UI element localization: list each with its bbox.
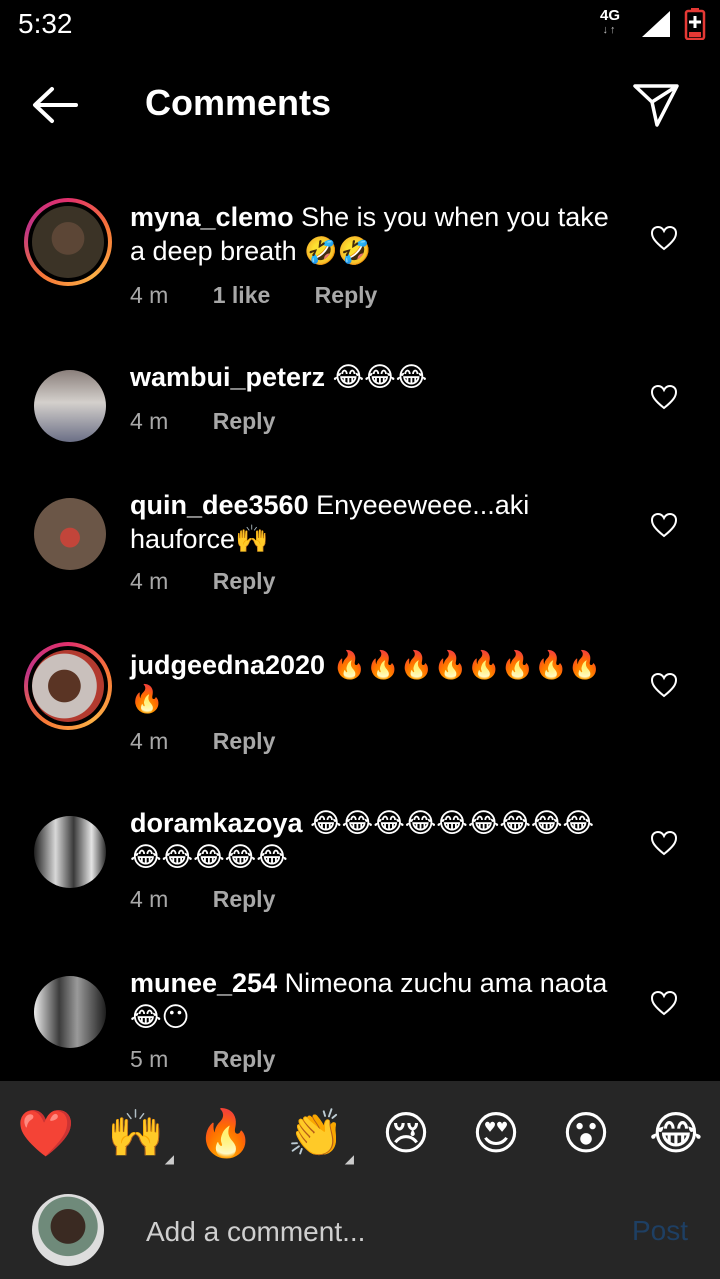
comment-meta: 4 m Reply bbox=[130, 728, 313, 755]
comment-meta: 4 m 1 like Reply bbox=[130, 282, 415, 309]
reaction-bar: ❤️ 🙌 ◢ 🔥 👏 ◢ 😢 😍 😮 😂 Post bbox=[0, 1081, 720, 1279]
comment-username[interactable]: wambui_peterz bbox=[130, 362, 325, 392]
avatar[interactable] bbox=[24, 360, 112, 448]
comment-time: 5 m bbox=[130, 1046, 169, 1072]
data-arrows-icon: ↓↑ bbox=[602, 24, 618, 36]
comment-likes[interactable]: 1 like bbox=[213, 282, 271, 308]
comment-text: wambui_peterz 😂😂😂 bbox=[130, 360, 620, 394]
comment-meta: 5 m Reply bbox=[130, 1046, 313, 1073]
like-heart-icon[interactable] bbox=[650, 830, 678, 856]
like-heart-icon[interactable] bbox=[650, 225, 678, 251]
comment-username[interactable]: doramkazoya bbox=[130, 808, 303, 838]
signal-icon bbox=[642, 11, 670, 37]
avatar[interactable] bbox=[24, 806, 112, 894]
post-button[interactable]: Post bbox=[632, 1215, 688, 1247]
network-type: 4G bbox=[600, 7, 621, 24]
comment-time: 4 m bbox=[130, 728, 169, 754]
battery-icon bbox=[684, 8, 706, 40]
comment-username[interactable]: munee_254 bbox=[130, 968, 277, 998]
avatar[interactable] bbox=[24, 966, 112, 1054]
reaction-raised-hands[interactable]: 🙌 ◢ bbox=[106, 1103, 174, 1165]
comment-text: myna_clemo She is you when you take a de… bbox=[130, 200, 620, 268]
comment-username[interactable]: myna_clemo bbox=[130, 202, 294, 232]
comment-time: 4 m bbox=[130, 408, 169, 434]
avatar[interactable] bbox=[24, 642, 112, 730]
reply-button[interactable]: Reply bbox=[213, 1046, 276, 1072]
comment-text: munee_254 Nimeona zuchu ama naota 😂😶 bbox=[130, 966, 620, 1034]
comment-text: quin_dee3560 Enyeeeweee...aki hauforce🙌 bbox=[130, 488, 620, 556]
composer-avatar bbox=[32, 1194, 104, 1266]
avatar[interactable] bbox=[24, 198, 112, 286]
reaction-heart[interactable]: ❤️ bbox=[16, 1103, 76, 1163]
back-arrow-icon[interactable] bbox=[30, 84, 80, 126]
comment-username[interactable]: judgeedna2020 bbox=[130, 650, 325, 680]
reaction-surprised[interactable]: 😮 bbox=[556, 1103, 616, 1163]
skin-tone-indicator-icon: ◢ bbox=[164, 1152, 174, 1166]
reaction-laughing[interactable]: 😂 bbox=[646, 1103, 706, 1163]
comment-time: 4 m bbox=[130, 886, 169, 912]
like-heart-icon[interactable] bbox=[650, 512, 678, 538]
comment-meta: 4 m Reply bbox=[130, 886, 313, 913]
reply-button[interactable]: Reply bbox=[213, 408, 276, 434]
comment-username[interactable]: quin_dee3560 bbox=[130, 490, 309, 520]
like-heart-icon[interactable] bbox=[650, 672, 678, 698]
reaction-clap-emoji: 👏 bbox=[287, 1107, 345, 1159]
reply-button[interactable]: Reply bbox=[213, 728, 276, 754]
status-time: 5:32 bbox=[18, 8, 73, 39]
reaction-crying[interactable]: 😢 bbox=[376, 1103, 436, 1163]
reply-button[interactable]: Reply bbox=[213, 886, 276, 912]
network-indicator: 4G ↓↑ bbox=[600, 7, 621, 37]
comment-time: 4 m bbox=[130, 568, 169, 594]
skin-tone-indicator-icon: ◢ bbox=[344, 1152, 354, 1166]
reaction-fire[interactable]: 🔥 bbox=[196, 1103, 256, 1163]
share-send-icon[interactable] bbox=[632, 82, 680, 128]
comment-text: doramkazoya 😂😂😂😂😂😂😂😂😂😂😂😂😂😂 bbox=[130, 806, 620, 874]
header: Comments bbox=[0, 70, 720, 140]
reply-button[interactable]: Reply bbox=[315, 282, 378, 308]
avatar[interactable] bbox=[24, 488, 112, 576]
reaction-clap[interactable]: 👏 ◢ bbox=[286, 1103, 354, 1165]
like-heart-icon[interactable] bbox=[650, 384, 678, 410]
comment-text: judgeedna2020 🔥🔥🔥🔥🔥🔥🔥🔥🔥 bbox=[130, 648, 620, 716]
comment-message: 😂😂😂 bbox=[332, 362, 428, 392]
comment-meta: 4 m Reply bbox=[130, 408, 313, 435]
comment-time: 4 m bbox=[130, 282, 169, 308]
like-heart-icon[interactable] bbox=[650, 990, 678, 1016]
status-bar: 5:32 4G ↓↑ bbox=[0, 0, 720, 50]
reaction-heart-eyes[interactable]: 😍 bbox=[466, 1103, 526, 1163]
reply-button[interactable]: Reply bbox=[213, 568, 276, 594]
reaction-raised-hands-emoji: 🙌 bbox=[107, 1107, 165, 1159]
comment-meta: 4 m Reply bbox=[130, 568, 313, 595]
page-title: Comments bbox=[145, 82, 332, 123]
comment-input[interactable] bbox=[144, 1209, 608, 1255]
